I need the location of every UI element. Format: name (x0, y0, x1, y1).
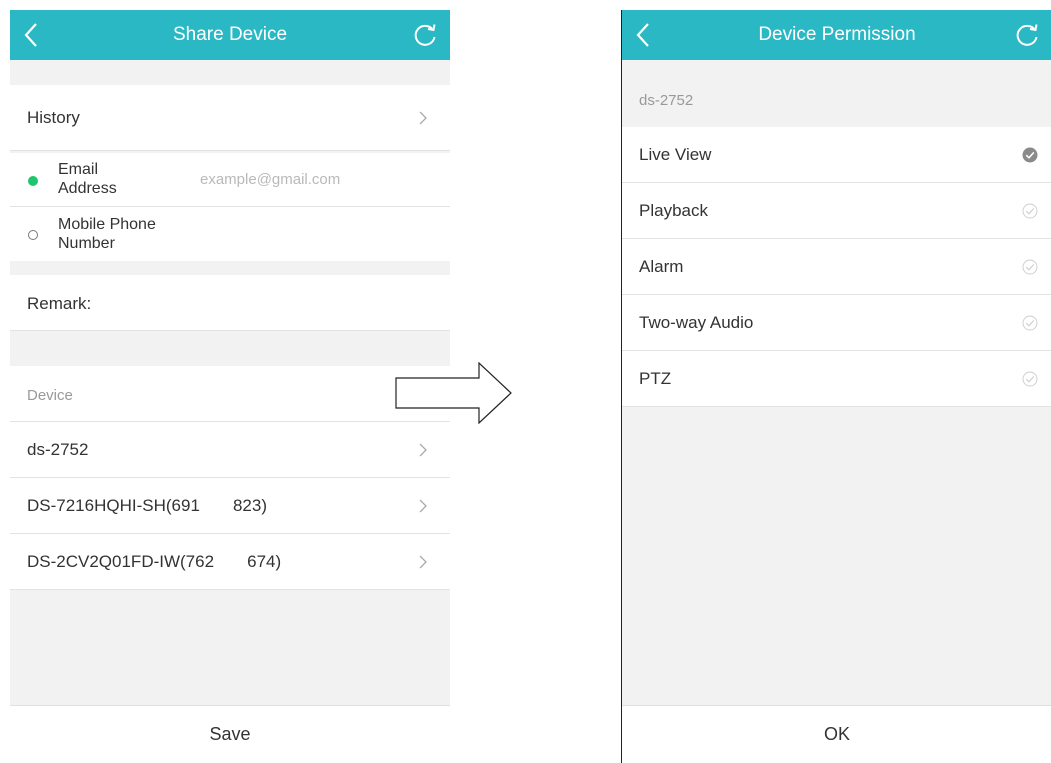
refresh-icon[interactable] (1014, 22, 1040, 48)
device-name: DS-2CV2Q01FD-IW(762 674) (27, 552, 282, 571)
permission-title-bar: Device Permission (622, 10, 1051, 60)
share-title-bar: Share Device (10, 10, 450, 60)
refresh-icon[interactable] (412, 22, 438, 48)
page-title: Device Permission (758, 24, 916, 45)
check-circle-icon[interactable] (1022, 371, 1038, 387)
device-name-label: ds-2752 (639, 92, 694, 109)
page-title: Share Device (172, 24, 288, 45)
email-option-row[interactable]: Email Address example@gmail.com (10, 153, 450, 207)
permission-item-playback[interactable]: Playback (622, 183, 1051, 239)
device-name: DS-7216HQHI-SH(691 823) (27, 496, 267, 515)
ok-button[interactable]: OK (622, 705, 1051, 763)
history-label: History (27, 108, 80, 127)
remark-label: Remark: (27, 294, 92, 313)
permission-label: Alarm (639, 257, 684, 276)
check-circle-icon[interactable] (1022, 203, 1038, 219)
phone-label: Mobile Phone Number (58, 216, 156, 252)
check-circle-icon[interactable] (1022, 315, 1038, 331)
remark-row[interactable]: Remark: (10, 275, 450, 331)
device-row[interactable]: DS-7216HQHI-SH(691 823) (10, 478, 450, 534)
chevron-right-icon (419, 499, 427, 513)
permission-item-ptz[interactable]: PTZ (622, 351, 1051, 407)
arrow-right-icon (395, 362, 512, 424)
permission-label: Live View (639, 145, 712, 164)
device-permission-screen: Device Permission ds-2752 Live View Play… (621, 10, 1051, 763)
device-row[interactable]: ds-2752 (10, 422, 450, 478)
email-input[interactable]: example@gmail.com (200, 171, 340, 188)
check-circle-icon[interactable] (1022, 259, 1038, 275)
permission-item-alarm[interactable]: Alarm (622, 239, 1051, 295)
chevron-right-icon (419, 111, 427, 125)
phone-option-row[interactable]: Mobile Phone Number (10, 207, 450, 261)
permission-item-two-way-audio[interactable]: Two-way Audio (622, 295, 1051, 351)
radio-selected-icon[interactable] (28, 176, 38, 186)
permission-label: Playback (639, 201, 708, 220)
permission-label: PTZ (639, 369, 672, 388)
chevron-right-icon (419, 443, 427, 457)
permission-label: Two-way Audio (639, 313, 754, 332)
device-name: ds-2752 (27, 440, 89, 459)
radio-unselected-icon[interactable] (28, 230, 38, 240)
permission-item-live-view[interactable]: Live View (622, 127, 1051, 183)
device-row[interactable]: DS-2CV2Q01FD-IW(762 674) (10, 534, 450, 590)
check-circle-icon[interactable] (1022, 147, 1038, 163)
email-label: Email Address (58, 161, 117, 197)
device-section-header: Device (10, 366, 450, 422)
share-device-screen: Share Device History Email Address examp… (10, 10, 450, 763)
device-section-label: Device (27, 387, 73, 404)
chevron-right-icon (419, 555, 427, 569)
save-button[interactable]: Save (10, 705, 450, 763)
history-row[interactable]: History (10, 85, 450, 151)
